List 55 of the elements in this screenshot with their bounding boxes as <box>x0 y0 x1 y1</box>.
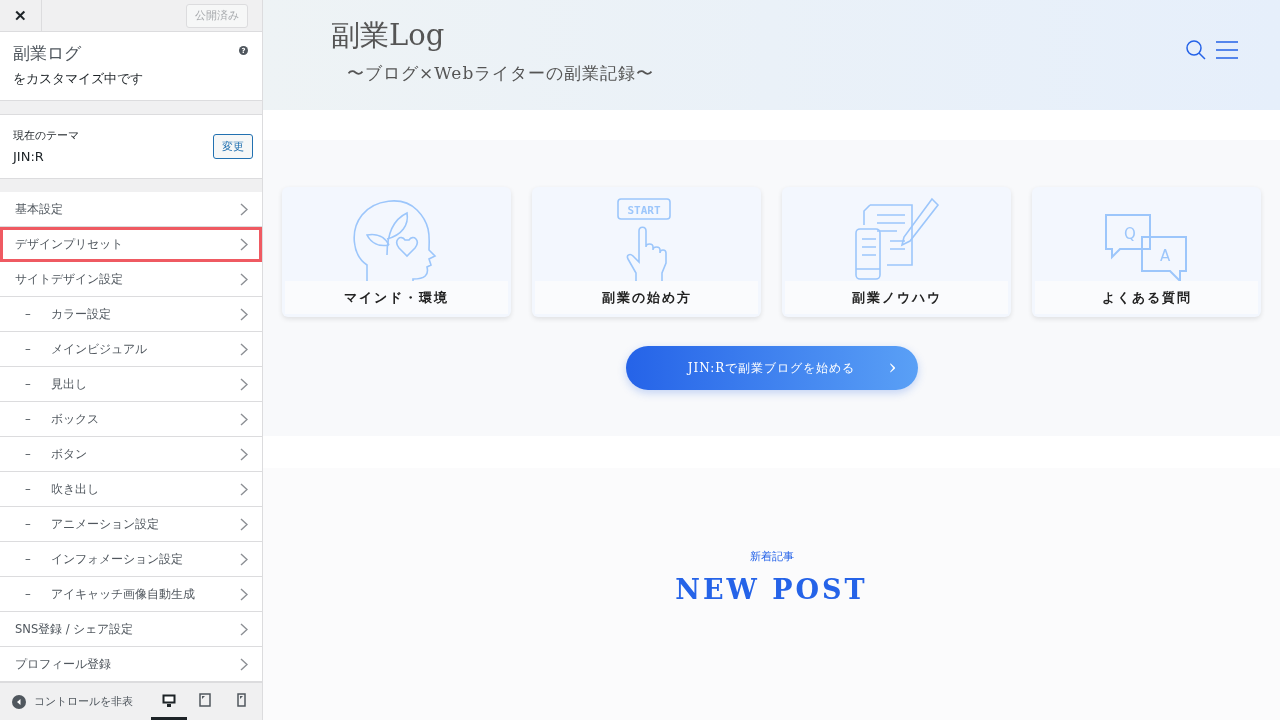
menu-label: – インフォメーション設定 <box>24 551 183 567</box>
chevron-right-icon <box>240 517 248 531</box>
search-icon[interactable] <box>1186 40 1206 60</box>
menu-label: – ボタン <box>24 446 87 462</box>
site-tagline: 〜ブログ×Webライターの副業記録〜 <box>347 62 655 85</box>
chevron-right-icon <box>240 622 248 636</box>
chevron-right-icon <box>240 237 248 251</box>
menu-label: サイトデザイン設定 <box>15 271 123 287</box>
site-title: 副業ログ <box>13 42 82 65</box>
category-card[interactable]: START 副業の始め方 <box>532 187 761 317</box>
tablet-icon <box>199 693 211 707</box>
menu-label: – 見出し <box>24 376 87 392</box>
desktop-icon <box>162 693 176 707</box>
chevron-right-icon <box>240 657 248 671</box>
menu-label: – カラー設定 <box>24 306 111 322</box>
chevron-right-icon <box>240 482 248 496</box>
card-label: 副業ノウハウ <box>785 281 1008 314</box>
menu-label: デザインプリセット <box>15 236 123 252</box>
chevron-right-icon <box>240 447 248 461</box>
chevron-right-icon <box>240 307 248 321</box>
card-label: 副業の始め方 <box>535 281 758 314</box>
menu-item[interactable]: デザインプリセット <box>0 227 262 262</box>
chevron-right-icon <box>240 342 248 356</box>
card-label: よくある質問 <box>1035 281 1258 314</box>
chevron-right-icon <box>240 412 248 426</box>
hide-controls-button[interactable]: コントロールを非表 <box>0 694 151 709</box>
customizing-caption: をカスタマイズ中です <box>13 71 143 88</box>
menu-label: SNS登録 / シェア設定 <box>15 621 134 637</box>
menu-label: 基本設定 <box>15 201 63 217</box>
menu-icon[interactable] <box>1216 40 1238 60</box>
category-card[interactable]: Q A よくある質問 <box>1032 187 1261 317</box>
cta-button[interactable]: JIN:Rで副業ブログを始める › <box>625 346 918 390</box>
menu-label: – アイキャッチ画像自動生成 <box>24 586 195 602</box>
section-kicker: 新着記事 <box>749 549 794 564</box>
arrow-icon: › <box>888 355 898 379</box>
section-title: NEW POST <box>675 574 868 605</box>
menu-label: – メインビジュアル <box>24 341 147 357</box>
card-label: マインド・環境 <box>285 281 508 314</box>
category-card[interactable]: マインド・環境 <box>282 187 511 317</box>
menu-label: – 吹き出し <box>24 481 99 497</box>
menu-label: プロフィール登録 <box>15 656 111 672</box>
category-card[interactable]: 副業ノウハウ <box>782 187 1011 317</box>
change-theme-button[interactable]: 変更 <box>213 133 253 159</box>
menu-label: – ボックス <box>24 411 99 427</box>
collapse-icon <box>12 694 26 709</box>
chevron-right-icon <box>240 587 248 601</box>
chevron-right-icon <box>240 202 248 216</box>
chevron-right-icon <box>240 377 248 391</box>
site-logo[interactable]: 副業Log <box>331 16 655 56</box>
menu-label: – アニメーション設定 <box>24 516 159 532</box>
phone-icon <box>236 693 246 707</box>
chevron-right-icon <box>240 272 248 286</box>
chevron-right-icon <box>240 552 248 566</box>
theme-caption: 現在のテーマ <box>13 128 79 143</box>
theme-name: JIN:R <box>13 149 45 164</box>
